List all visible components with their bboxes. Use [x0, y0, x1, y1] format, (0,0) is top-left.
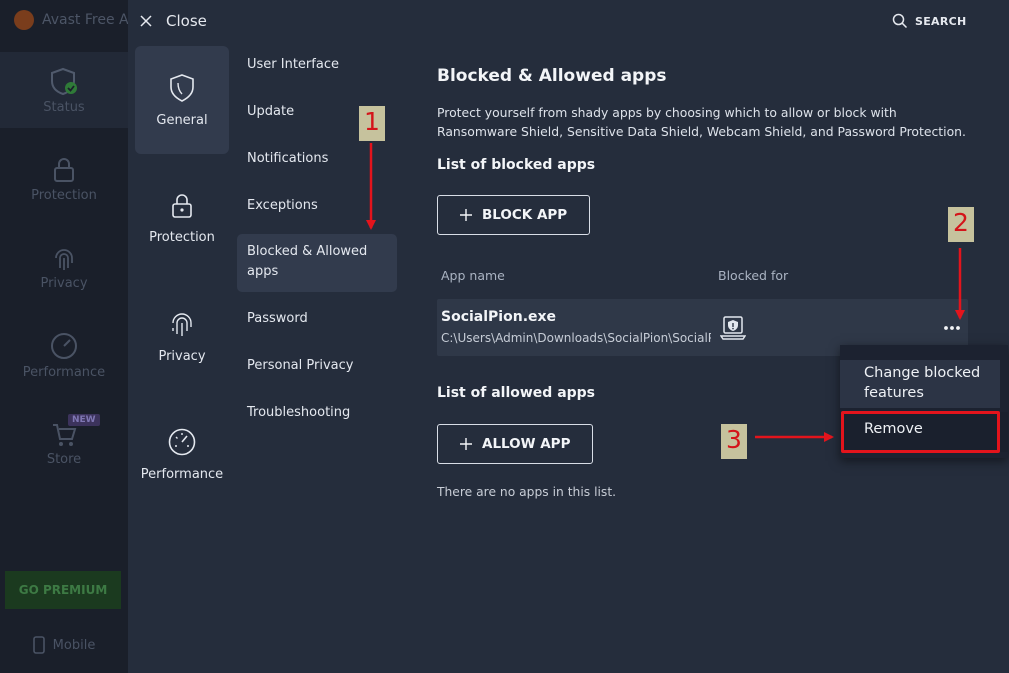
- category-protection-label: Protection: [149, 229, 215, 245]
- allowed-apps-heading: List of allowed apps: [437, 385, 596, 401]
- bg-nav-performance: Performance: [0, 331, 128, 380]
- laptop-shield-icon: [720, 316, 746, 340]
- bg-nav-store-label: Store: [46, 452, 82, 467]
- bg-nav-mobile-label: Mobile: [52, 637, 96, 653]
- bg-nav-protection: Protection: [0, 156, 128, 203]
- step-3-label: 3: [721, 424, 747, 459]
- lock-icon: [54, 158, 74, 182]
- bg-nav-performance-label: Performance: [22, 365, 106, 380]
- close-button[interactable]: Close: [140, 10, 207, 32]
- plus-icon: [460, 209, 472, 221]
- subnav-exceptions[interactable]: Exceptions: [237, 196, 397, 216]
- settings-panel: Close SEARCH General Protection Privacy …: [128, 0, 1009, 673]
- bg-nav-privacy: Privacy: [0, 244, 128, 291]
- category-privacy-label: Privacy: [158, 348, 206, 364]
- speedometer-icon: [51, 333, 77, 359]
- column-header-blocked-for: Blocked for: [718, 268, 789, 283]
- more-options-icon[interactable]: [941, 321, 963, 335]
- subnav-notifications[interactable]: Notifications: [237, 149, 397, 169]
- category-protection[interactable]: Protection: [135, 164, 229, 272]
- phone-icon: [32, 636, 45, 654]
- speedometer-icon: [168, 428, 196, 455]
- app-name: SocialPion.exe: [441, 309, 557, 325]
- allow-app-label: ALLOW APP: [482, 436, 571, 452]
- step-1-label: 1: [359, 106, 385, 141]
- new-badge: NEW: [68, 414, 100, 426]
- subnav-user-interface[interactable]: User Interface: [237, 55, 397, 75]
- block-app-label: BLOCK APP: [482, 207, 568, 223]
- background-app-title: Avast Free A: [14, 10, 128, 30]
- fingerprint-icon: [172, 312, 192, 336]
- close-icon: [140, 15, 152, 27]
- block-app-button[interactable]: BLOCK APP: [437, 195, 591, 235]
- subnav-personal-privacy[interactable]: Personal Privacy: [237, 356, 397, 376]
- plus-icon: [460, 438, 472, 450]
- background-app-sidebar: Avast Free A Status Protection Privacy P…: [0, 0, 128, 673]
- bg-nav-protection-label: Protection: [31, 188, 97, 203]
- change-blocked-features-menu-item[interactable]: Change blocked features: [840, 360, 1000, 408]
- category-general-label: General: [156, 112, 208, 128]
- bg-nav-store: Store: [0, 420, 128, 467]
- subnav-password[interactable]: Password: [237, 309, 397, 329]
- category-performance[interactable]: Performance: [135, 400, 229, 508]
- lock-icon: [172, 193, 192, 218]
- step-2-label: 2: [948, 207, 974, 242]
- subnav-blocked-allowed-apps[interactable]: Blocked & Allowed apps: [237, 234, 397, 292]
- remove-menu-item[interactable]: Remove: [840, 412, 1008, 452]
- category-general[interactable]: General: [135, 46, 229, 154]
- bg-nav-mobile: Mobile: [0, 630, 128, 660]
- row-context-menu: Change blocked features Remove: [840, 345, 1008, 458]
- background-app-title-text: Avast Free A: [42, 12, 128, 28]
- shield-icon: [170, 73, 194, 102]
- content-area: Blocked & Allowed apps Protect yourself …: [437, 0, 997, 673]
- app-path: C:\Users\Admin\Downloads\SocialPion\Soci…: [441, 331, 711, 345]
- go-premium-button: GO PREMIUM: [5, 571, 121, 609]
- allowed-apps-empty-message: There are no apps in this list.: [437, 485, 617, 499]
- bg-nav-status: Status: [0, 52, 128, 128]
- subnav-troubleshooting[interactable]: Troubleshooting: [237, 403, 397, 423]
- bg-nav-status-label: Status: [43, 100, 85, 115]
- category-privacy[interactable]: Privacy: [135, 282, 229, 390]
- category-performance-label: Performance: [140, 466, 224, 482]
- fingerprint-icon: [55, 249, 73, 270]
- allow-app-button[interactable]: ALLOW APP: [437, 424, 594, 464]
- column-header-app-name: App name: [441, 268, 505, 283]
- blocked-apps-heading: List of blocked apps: [437, 157, 596, 173]
- page-title: Blocked & Allowed apps: [437, 66, 667, 86]
- close-label: Close: [166, 12, 207, 30]
- avast-logo-icon: [14, 10, 34, 30]
- page-description: Protect yourself from shady apps by choo…: [437, 105, 966, 139]
- bg-nav-privacy-label: Privacy: [40, 276, 88, 291]
- shield-check-icon: [51, 67, 77, 96]
